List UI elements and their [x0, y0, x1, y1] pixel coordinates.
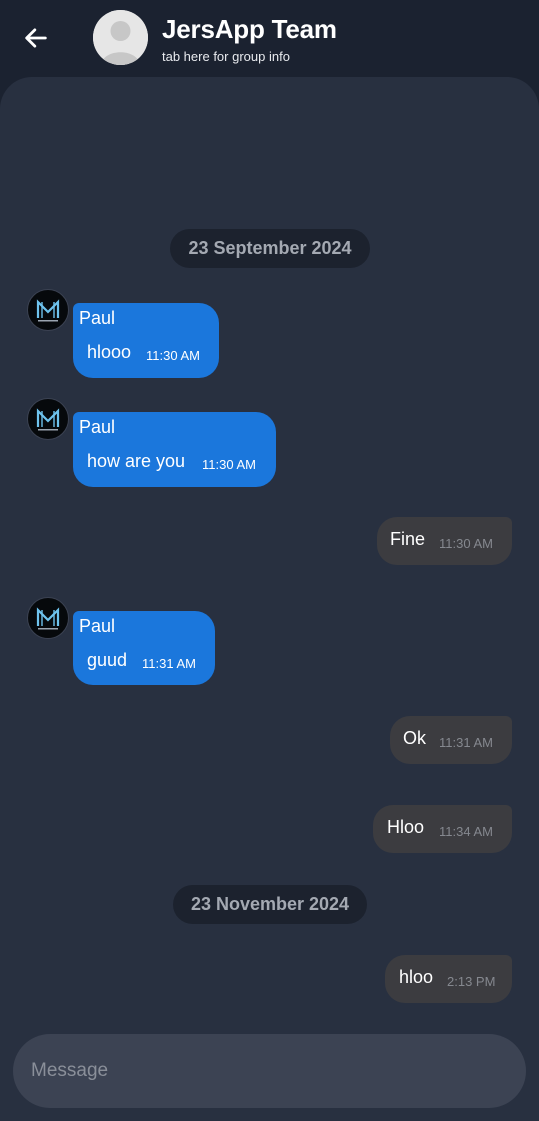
- default-user-avatar-icon: [93, 10, 148, 65]
- arrow-left-icon: [25, 28, 47, 48]
- incoming-message[interactable]: Paul guud 11:31 AM: [73, 611, 215, 685]
- message-input[interactable]: [31, 1034, 501, 1108]
- outgoing-message[interactable]: hloo 2:13 PM: [385, 955, 512, 1003]
- message-time: 11:31 AM: [439, 735, 493, 750]
- group-info-link[interactable]: JersApp Team tab here for group info: [162, 14, 337, 64]
- message-text: Fine: [390, 529, 426, 549]
- incoming-message[interactable]: Paul how are you 11:30 AM: [73, 412, 276, 487]
- group-subtitle: tab here for group info: [162, 49, 290, 64]
- message-time: 11:30 AM: [146, 348, 200, 363]
- back-button[interactable]: [20, 22, 52, 54]
- message-text: Hloo: [387, 817, 425, 837]
- message-text: guud: [87, 650, 128, 670]
- mm-logo-icon: [36, 408, 60, 431]
- group-avatar[interactable]: [93, 10, 148, 65]
- sender-avatar[interactable]: [27, 289, 69, 331]
- mm-logo-icon: [36, 607, 60, 630]
- sender-avatar[interactable]: [27, 398, 69, 440]
- outgoing-message[interactable]: Fine 11:30 AM: [377, 517, 512, 565]
- mm-logo-icon: [36, 299, 60, 322]
- date-label: 23 November 2024: [190, 894, 350, 914]
- sender-avatar[interactable]: [27, 597, 69, 639]
- message-composer: [13, 1034, 526, 1108]
- message-text: hlooo: [87, 342, 132, 362]
- incoming-message[interactable]: Paul hlooo 11:30 AM: [73, 303, 219, 378]
- message-time: 2:13 PM: [447, 974, 496, 989]
- group-title: JersApp Team: [162, 14, 337, 44]
- date-separator: 23 November 2024: [173, 885, 367, 924]
- message-text: Ok: [403, 728, 427, 748]
- sender-name: Paul: [79, 616, 116, 636]
- message-text: how are you: [87, 451, 186, 471]
- sender-name: Paul: [79, 308, 116, 328]
- message-time: 11:31 AM: [142, 656, 196, 671]
- sender-name: Paul: [79, 417, 116, 437]
- message-time: 11:30 AM: [439, 536, 493, 551]
- message-time: 11:34 AM: [439, 824, 493, 839]
- date-separator: 23 September 2024: [170, 229, 370, 268]
- message-time: 11:30 AM: [202, 457, 256, 472]
- outgoing-message[interactable]: Ok 11:31 AM: [390, 716, 512, 764]
- message-text: hloo: [399, 967, 434, 987]
- date-label: 23 September 2024: [188, 238, 352, 258]
- outgoing-message[interactable]: Hloo 11:34 AM: [373, 805, 512, 853]
